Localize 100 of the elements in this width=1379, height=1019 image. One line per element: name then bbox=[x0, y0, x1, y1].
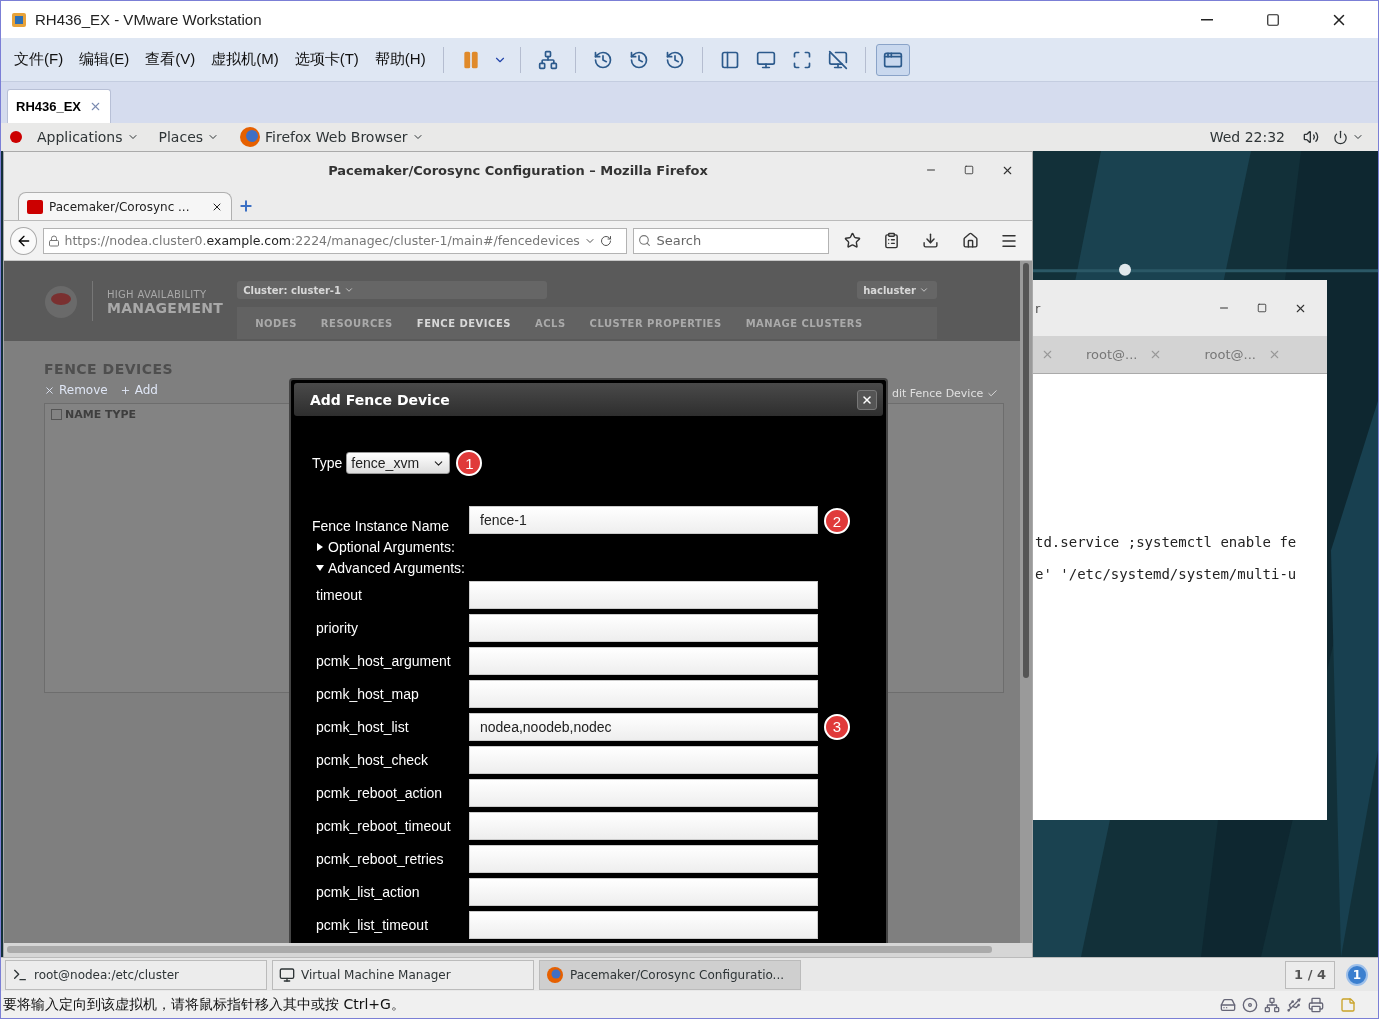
lock-icon bbox=[48, 234, 61, 247]
search-field[interactable]: Search bbox=[633, 227, 830, 254]
window-title: RH436_EX - VMware Workstation bbox=[35, 11, 263, 28]
hat-icon bbox=[9, 130, 23, 144]
usb-icon bbox=[1286, 996, 1302, 1013]
field-label: Fence Instance Name bbox=[312, 518, 450, 534]
input-field[interactable] bbox=[469, 811, 818, 840]
notification-badge[interactable]: 1 bbox=[1346, 963, 1368, 986]
field-label: timeout bbox=[316, 586, 363, 603]
input-field[interactable] bbox=[469, 745, 818, 774]
monitor-icon bbox=[279, 966, 295, 983]
browser-tab[interactable]: Pacemaker/Corosync ... bbox=[18, 192, 232, 220]
network-icon bbox=[537, 49, 558, 70]
field-label: pcmk_list_timeout bbox=[316, 916, 430, 933]
printer-icon bbox=[1308, 996, 1324, 1013]
section-toggle[interactable]: Optional Arguments: bbox=[312, 536, 883, 557]
input-field[interactable] bbox=[469, 679, 818, 708]
volume-icon[interactable] bbox=[1303, 129, 1319, 145]
menu-item[interactable]: 查看(V) bbox=[138, 46, 203, 73]
terminal-line: e' '/etc/systemd/system/multi-u bbox=[1035, 566, 1298, 582]
menu-item[interactable]: 帮助(H) bbox=[367, 46, 433, 73]
power-icon bbox=[1333, 129, 1348, 145]
section-toggle[interactable]: Advanced Arguments: bbox=[312, 557, 883, 578]
reload-icon bbox=[599, 234, 612, 247]
monitor-icon bbox=[755, 49, 776, 70]
note-icon bbox=[1340, 996, 1356, 1013]
type-select[interactable]: fence_xvm bbox=[346, 452, 451, 474]
maximize-icon bbox=[964, 165, 974, 175]
window-view-button[interactable] bbox=[875, 43, 910, 76]
brand-text: HIGH AVAILABILITY bbox=[107, 289, 208, 300]
clipboard-icon bbox=[882, 232, 900, 249]
back-button[interactable] bbox=[10, 226, 38, 255]
star-icon bbox=[843, 232, 861, 249]
caret-icon bbox=[344, 285, 354, 295]
network-icon bbox=[1264, 996, 1280, 1013]
input-field[interactable] bbox=[469, 910, 818, 939]
new-tab-icon[interactable] bbox=[238, 198, 254, 214]
window-title: r bbox=[1035, 300, 1042, 316]
close-icon bbox=[861, 393, 873, 406]
taskbar-item[interactable]: Pacemaker/Corosync Configuratio... bbox=[539, 959, 801, 990]
clock: Wed 22:32 bbox=[1209, 129, 1285, 145]
dialog-title: Add Fence Device bbox=[310, 391, 450, 408]
status-message: 要将输入定向到该虚拟机，请将鼠标指针移入其中或按 Ctrl+G。 bbox=[3, 995, 406, 1014]
fullscreen-icon bbox=[791, 49, 812, 70]
search-icon bbox=[638, 233, 652, 247]
input-field[interactable] bbox=[469, 646, 818, 675]
close-icon bbox=[44, 384, 55, 396]
menu-item[interactable]: 编辑(E) bbox=[72, 46, 137, 73]
input-field[interactable] bbox=[469, 877, 818, 906]
app-icon bbox=[11, 11, 27, 28]
url-field[interactable]: https://nodea.cluster0.example.com:2224/managec/cluster-1/main#/fencedevices bbox=[43, 227, 628, 254]
field-label: priority bbox=[316, 619, 359, 636]
input-field[interactable] bbox=[469, 613, 818, 642]
input-field[interactable]: fence-1 bbox=[469, 506, 818, 534]
menu-item[interactable]: 文件(F) bbox=[7, 46, 71, 73]
field-label: Type bbox=[312, 455, 343, 471]
clock-icon bbox=[628, 49, 649, 70]
minimize-icon bbox=[1201, 18, 1213, 21]
download-icon bbox=[922, 232, 940, 249]
step-badge: 2 bbox=[824, 508, 850, 534]
input-field[interactable]: nodea,noodeb,nodec bbox=[469, 712, 818, 741]
app-menu[interactable]: Firefox Web Browser bbox=[233, 126, 430, 148]
nav-tab[interactable]: FENCE DEVICES bbox=[404, 317, 523, 329]
places-menu[interactable]: Places bbox=[152, 129, 226, 145]
field-label: pcmk_reboot_retries bbox=[316, 850, 445, 867]
menu-item[interactable]: 虚拟机(M) bbox=[204, 46, 286, 73]
caret-icon bbox=[918, 285, 929, 295]
sidebar-icon bbox=[719, 49, 740, 70]
home-icon bbox=[961, 232, 979, 249]
applications-menu[interactable]: Applications bbox=[31, 129, 145, 145]
input-field[interactable] bbox=[469, 778, 818, 807]
menu-item[interactable]: 选项卡(T) bbox=[287, 46, 366, 73]
step-badge: 1 bbox=[456, 450, 483, 476]
taskbar-item[interactable]: Virtual Machine Manager bbox=[272, 959, 534, 990]
panel-title: dit Fence Device bbox=[892, 387, 999, 400]
clock-icon bbox=[664, 49, 685, 70]
disc-icon bbox=[1242, 996, 1258, 1013]
user-menu[interactable]: hacluster bbox=[857, 281, 938, 299]
field-label: pcmk_host_check bbox=[316, 751, 430, 768]
close-button[interactable] bbox=[857, 389, 877, 410]
field-label: pcmk_list_action bbox=[316, 883, 421, 900]
globe-icon bbox=[239, 126, 262, 148]
hat-icon bbox=[27, 199, 43, 214]
clock-icon bbox=[592, 49, 613, 70]
maximize-icon bbox=[1257, 303, 1267, 313]
taskbar-item[interactable]: root@nodea:/etc/cluster bbox=[5, 959, 267, 990]
step-badge: 3 bbox=[824, 713, 850, 740]
field-label: pcmk_reboot_action bbox=[316, 784, 444, 801]
scrollbar-thumb[interactable] bbox=[7, 946, 992, 953]
field-label: pcmk_host_argument bbox=[316, 652, 452, 669]
vm-tab[interactable]: RH436_EX bbox=[7, 89, 112, 123]
caret-right-icon bbox=[316, 542, 324, 551]
logo-icon bbox=[44, 285, 78, 319]
field-label: pcmk_host_list bbox=[316, 718, 410, 735]
workspace-switcher[interactable]: 1 / 4 bbox=[1285, 960, 1335, 989]
input-field[interactable] bbox=[469, 580, 818, 609]
input-field[interactable] bbox=[469, 844, 818, 873]
maximize-icon bbox=[1266, 12, 1280, 27]
scrollbar-thumb[interactable] bbox=[1023, 263, 1029, 678]
cluster-select[interactable]: Cluster: cluster-1 bbox=[237, 281, 548, 299]
